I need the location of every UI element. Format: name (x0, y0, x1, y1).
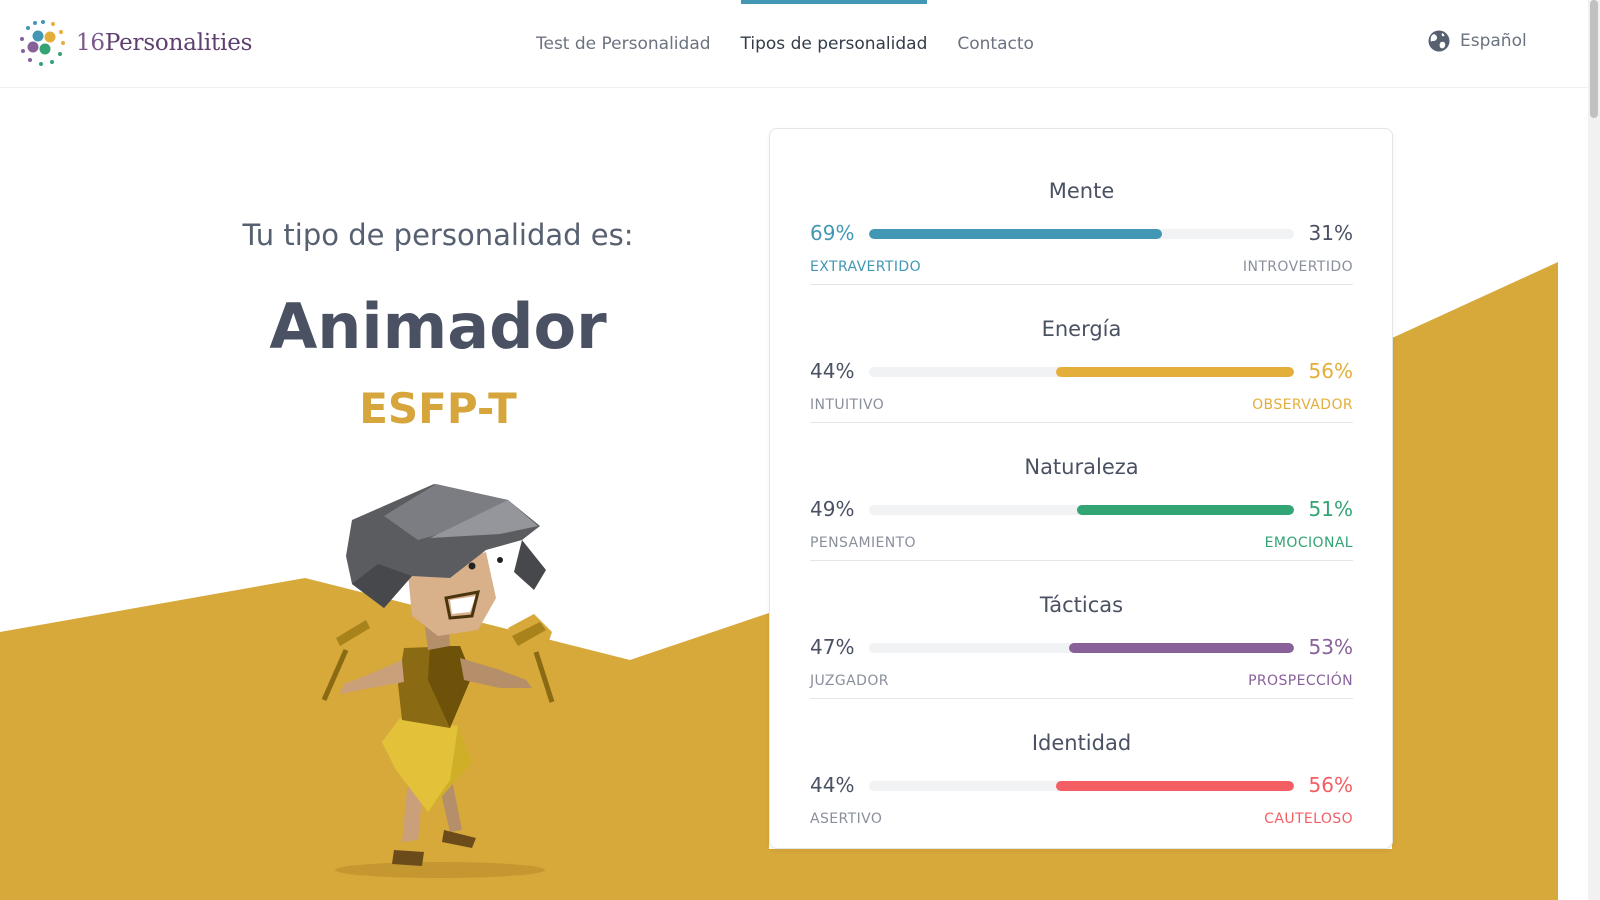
trait-tactics: Tácticas 47% 53% JUZGADOR PROSPECCIÓN (810, 561, 1353, 699)
trait-bar (869, 229, 1294, 239)
entertainer-character-illustration (321, 484, 555, 878)
trait-nature: Naturaleza 49% 51% PENSAMIENTO EMOCIONAL (810, 423, 1353, 561)
trait-right-label: OBSERVADOR (1252, 397, 1353, 413)
trait-left-percent: 69% (810, 221, 855, 245)
trait-title: Naturaleza (1024, 455, 1139, 479)
trait-right-percent: 31% (1308, 221, 1353, 245)
page-scrollbar[interactable] (1588, 0, 1600, 900)
trait-left-percent: 44% (810, 773, 855, 797)
trait-title: Mente (1048, 179, 1115, 203)
personality-type-code: ESFP-T (359, 384, 517, 433)
trait-right-label: PROSPECCIÓN (1248, 673, 1353, 689)
scrollbar-thumb[interactable] (1590, 0, 1598, 118)
trait-title: Identidad (1031, 731, 1132, 755)
trait-right-label: CAUTELOSO (1264, 811, 1353, 827)
trait-right-label: INTROVERTIDO (1242, 259, 1353, 275)
trait-left-label: JUZGADOR (810, 673, 889, 689)
result-intro: Tu tipo de personalidad es: (242, 218, 634, 252)
trait-title: Tácticas (1039, 593, 1124, 617)
trait-bar-fill (1068, 643, 1294, 653)
trait-energy: Energía 44% 56% INTUITIVO OBSERVADOR (810, 285, 1353, 423)
trait-bar (869, 505, 1294, 515)
trait-left-label: PENSAMIENTO (810, 535, 916, 551)
personality-traits-card: Mente 69% 31% EXTRAVERTIDO INTROVERTIDO … (769, 128, 1393, 849)
trait-bar-fill (869, 229, 1163, 239)
trait-bar (869, 781, 1294, 791)
trait-left-label: EXTRAVERTIDO (810, 259, 921, 275)
trait-bar-fill (1056, 367, 1294, 377)
trait-right-percent: 53% (1308, 635, 1353, 659)
trait-right-percent: 56% (1308, 359, 1353, 383)
trait-title: Energía (1041, 317, 1122, 341)
globe-icon (1428, 30, 1450, 52)
trait-left-percent: 49% (810, 497, 855, 521)
trait-left-percent: 47% (810, 635, 855, 659)
nav-types[interactable]: Tipos de personalidad (740, 0, 927, 88)
trait-left-label: INTUITIVO (810, 397, 885, 413)
logo-text: 16Personalities (76, 30, 253, 56)
trait-left-percent: 44% (810, 359, 855, 383)
trait-mind: Mente 69% 31% EXTRAVERTIDO INTROVERTIDO (810, 147, 1353, 285)
trait-right-percent: 51% (1308, 497, 1353, 521)
main-nav: Test de Personalidad Tipos de personalid… (536, 0, 1064, 88)
site-logo[interactable]: 16Personalities (18, 18, 252, 68)
personality-type-name: Animador (269, 290, 607, 363)
language-selector[interactable]: Español (1428, 30, 1527, 52)
trait-bar-fill (1056, 781, 1294, 791)
trait-right-percent: 56% (1308, 773, 1353, 797)
trait-bar (869, 643, 1294, 653)
nav-contact[interactable]: Contacto (957, 0, 1034, 88)
nav-test[interactable]: Test de Personalidad (536, 0, 711, 88)
site-header: 16Personalities Test de Personalidad Tip… (0, 0, 1588, 88)
trait-bar (869, 367, 1294, 377)
trait-left-label: ASERTIVO (810, 811, 883, 827)
language-label: Español (1460, 31, 1527, 51)
trait-identity: Identidad 44% 56% ASERTIVO CAUTELOSO (810, 699, 1353, 837)
trait-bar-fill (1077, 505, 1294, 515)
logo-dots-icon (20, 20, 65, 66)
trait-right-label: EMOCIONAL (1264, 535, 1353, 551)
